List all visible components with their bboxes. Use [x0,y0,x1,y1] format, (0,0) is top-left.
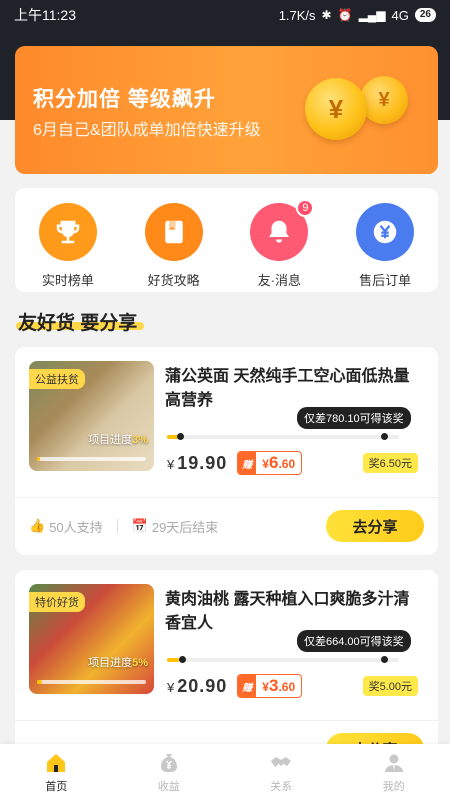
status-time: 上午11:23 [14,7,76,23]
supporters-stat: 👍 50人支持 [29,517,103,536]
menu-label: 售后订单 [359,273,412,288]
footer-separator [116,519,118,533]
signal-icon: ▂▄▆ [358,8,386,22]
project-progress: 项目进度5% [88,657,148,669]
status-bar: 上午11:23 1.7K/s ✱ ⏰ ▂▄▆ 4G 26 [0,0,450,30]
reward-progress-track [167,656,399,663]
menu-item-aftersale[interactable]: 售后订单 [332,188,438,292]
product-card[interactable]: 特价好货 项目进度5% 黄肉油桃 露天种植入口爽脆多汁清香宜人 仅差664.00… [15,570,438,770]
handshake-icon [271,756,292,768]
menu-item-messages[interactable]: 9 友·消息 [227,188,333,292]
earn-tag: 赚 [238,452,257,474]
reward-tooltip: 仅差664.00可得该奖 [297,630,411,652]
tab-label: 收益 [157,780,180,793]
product-image[interactable]: 公益扶贫 项目进度3% [29,361,154,471]
project-progress-fill [37,680,43,684]
reward-target-dot [381,656,388,663]
earn-value: ¥3.60 [262,676,296,695]
reward-tooltip: 仅差780.10可得该奖 [297,407,411,429]
project-progress-bar [37,680,146,684]
network-speed: 1.7K/s [278,7,316,23]
share-button[interactable]: 去分享 [326,510,424,542]
earn-value: ¥6.60 [262,453,296,472]
product-title: 黄肉油桃 露天种植入口爽脆多汁清香宜人 [165,591,410,632]
bell-icon: 9 [250,199,315,261]
book-icon [144,203,203,261]
yen-refresh-icon [356,203,415,261]
deadline-stat: 📅 29天后结束 [132,517,219,536]
product-tag: 特价好货 [29,592,85,612]
thumbs-up-icon: 👍 [29,518,46,533]
product-title: 蒲公英面 天然纯手工空心面低热量高营养 [165,368,410,409]
reward-progress-fill [167,658,179,662]
tab-label: 我的 [382,780,405,793]
alarm-icon: ⏰ [337,8,353,22]
tab-profile[interactable]: 我的 [338,744,450,800]
menu-label: 友·消息 [257,273,302,288]
project-progress-bar [37,457,146,461]
calendar-icon: 📅 [131,518,148,533]
deadline-text: 29天后结束 [151,519,219,535]
tab-home[interactable]: 首页 [0,744,113,800]
card-divider [15,497,438,498]
trophy-icon [38,203,97,261]
earn-tag: 赚 [238,675,257,697]
reward-progress-track [167,433,399,440]
tab-earnings[interactable]: 收益 [113,744,226,800]
tab-label: 关系 [270,780,293,793]
card-divider [15,720,438,721]
section-title: 友好货 要分享 [18,313,138,334]
menu-item-ranking[interactable]: 实时榜单 [15,188,121,292]
bluetooth-icon: ✱ [321,8,332,22]
menu-item-guide[interactable]: 好货攻略 [121,188,227,292]
project-progress-fill [37,457,41,461]
coin-icon: ¥ [360,76,408,124]
status-right: 1.7K/s ✱ ⏰ ▂▄▆ 4G 26 [279,8,436,23]
tab-relations[interactable]: 关系 [225,744,338,800]
card-footer: 👍 50人支持 📅 29天后结束 去分享 [15,500,438,552]
bonus-badge: 奖6.50元 [362,453,418,473]
product-image[interactable]: 特价好货 项目进度5% [29,584,154,694]
tab-label: 首页 [45,780,68,793]
user-icon [384,754,403,772]
money-bag-icon [160,753,177,772]
network-type: 4G [391,7,409,23]
quick-menu: 实时榜单 好货攻略 9 友·消息 售后订单 [15,188,438,292]
banner-subtitle: 6月自己&团队成单加倍快速升级 [33,122,261,139]
product-card[interactable]: 公益扶贫 项目进度3% 蒲公英面 天然纯手工空心面低热量高营养 仅差780.10… [15,347,438,555]
product-price: ¥19.90 [167,452,228,473]
bonus-badge: 奖5.00元 [362,676,418,696]
product-tag: 公益扶贫 [29,369,85,389]
menu-label: 实时榜单 [41,273,94,288]
home-icon [47,753,66,772]
current-progress-dot [179,656,186,663]
price-row: ¥20.90 赚 ¥3.60 [167,674,303,698]
earn-badge: 赚 ¥3.60 [237,674,303,698]
current-progress-dot [177,433,184,440]
bottom-tab-bar: 首页 收益 关系 我的 [0,744,450,800]
battery-indicator: 26 [414,8,436,22]
price-row: ¥19.90 赚 ¥6.60 [167,451,303,475]
message-badge: 9 [296,199,315,217]
menu-label: 好货攻略 [147,273,200,288]
coin-icon: ¥ [305,78,367,140]
product-price: ¥20.90 [167,675,228,696]
promo-banner[interactable]: 积分加倍 等级飙升 6月自己&团队成单加倍快速升级 ¥ ¥ [15,46,438,174]
earn-badge: 赚 ¥6.60 [237,451,303,475]
banner-title: 积分加倍 等级飙升 [33,88,216,111]
supporters-count: 50人支持 [49,519,103,535]
reward-target-dot [381,433,388,440]
project-progress: 项目进度3% [88,434,148,446]
